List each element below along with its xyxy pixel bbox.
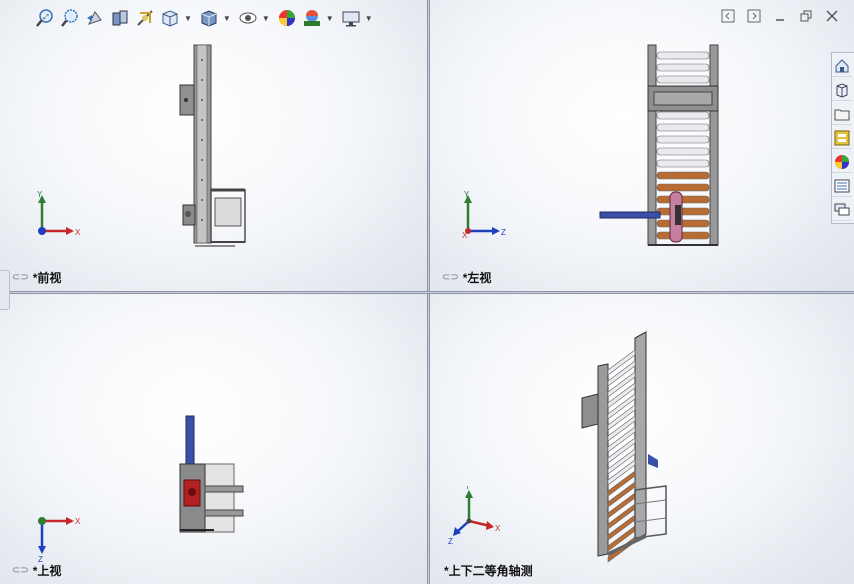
view-palette-icon[interactable]	[832, 127, 852, 149]
triad-z-label: Z	[501, 228, 506, 237]
roller	[656, 207, 710, 216]
link-views-icon[interactable]: ⊂⊃	[442, 272, 459, 283]
viewport-top[interactable]: X Z ⊂⊃ *上视	[0, 294, 427, 584]
viewport-label-iso: *上下二等角轴测	[444, 562, 533, 579]
appearances-icon[interactable]	[832, 151, 852, 173]
roller	[656, 123, 710, 132]
viewport-title-top: *上视	[32, 564, 62, 578]
roller	[656, 159, 710, 168]
roller	[656, 183, 710, 192]
viewport-label-left: ⊂⊃ *左视	[442, 269, 491, 286]
home-icon[interactable]	[832, 55, 852, 77]
viewport-label-front: ⊂⊃ *前视	[12, 269, 61, 286]
task-pane-tabs	[831, 52, 854, 224]
design-library-icon[interactable]	[832, 79, 852, 101]
coordinate-triad: X Z	[38, 517, 81, 564]
triad-y-label: Y	[465, 486, 471, 491]
roller	[656, 147, 710, 156]
triad-z-label: Z	[448, 537, 453, 546]
coordinate-triad: Y Z X	[462, 190, 506, 240]
roller	[656, 75, 710, 84]
viewport-splitter-horizontal[interactable]	[0, 291, 854, 294]
roller	[656, 135, 710, 144]
triad-x-label: X	[462, 231, 468, 240]
viewport-title-iso: *上下二等角轴测	[444, 564, 533, 578]
viewport-front[interactable]: ⤢ ▼ ▼ ▼ ▼ ▼ Y X ⊂⊃ *前视	[0, 0, 427, 291]
roller	[656, 51, 710, 60]
roller	[656, 171, 710, 180]
triad-x-label: X	[495, 524, 501, 533]
custom-properties-icon[interactable]	[832, 175, 852, 197]
link-views-icon[interactable]: ⊂⊃	[12, 272, 29, 283]
roller	[656, 195, 710, 204]
roller	[656, 219, 710, 228]
forum-icon[interactable]	[832, 199, 852, 221]
coordinate-triad: Y X	[37, 190, 81, 237]
viewport-isometric[interactable]: Y X Z *上下二等角轴测	[430, 294, 854, 584]
roller	[656, 111, 710, 120]
viewport-left[interactable]: Y Z X ⊂⊃ *左视	[430, 0, 854, 291]
viewport-title-left: *左视	[462, 271, 492, 285]
triad-x-label: X	[75, 228, 81, 237]
coordinate-triad: Y X Z	[448, 486, 501, 546]
file-explorer-icon[interactable]	[832, 103, 852, 125]
viewport-title-front: *前视	[32, 271, 62, 285]
triad-x-label: X	[75, 517, 81, 526]
viewport-label-top: ⊂⊃ *上视	[12, 562, 61, 579]
feature-manager-collapse-handle[interactable]	[0, 270, 10, 310]
roller	[656, 63, 710, 72]
roller	[656, 231, 710, 240]
link-views-icon[interactable]: ⊂⊃	[12, 565, 29, 576]
triad-y-label: Y	[37, 190, 43, 199]
triad-y-label: Y	[464, 190, 470, 199]
